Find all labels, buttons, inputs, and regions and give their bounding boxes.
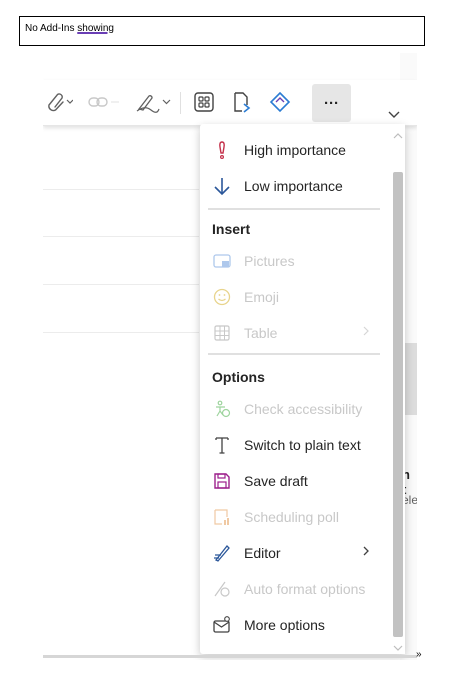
ribbon-toolbar: ··· — [43, 80, 417, 126]
auto-format-icon — [212, 579, 232, 599]
horizontal-scrollbar[interactable] — [43, 655, 417, 658]
poll-icon — [212, 507, 232, 527]
more-indicator: » — [416, 649, 422, 660]
chevron-right-icon — [362, 324, 370, 342]
scroll-thumb[interactable] — [393, 172, 403, 637]
caption-text: No Add-Ins — [25, 23, 78, 34]
section-title-insert: Insert — [212, 221, 251, 237]
menu-item-label: Auto format options — [244, 581, 366, 597]
content-row-divider — [43, 236, 199, 237]
section-title-options: Options — [212, 369, 265, 385]
outlook-screenshot: n t ele — [43, 53, 417, 660]
chevron-down-icon[interactable] — [388, 107, 400, 125]
menu-item-label: Check accessibility — [244, 401, 363, 417]
exclamation-icon — [212, 140, 232, 160]
menu-item-table[interactable]: Table — [200, 315, 388, 351]
attach-icon[interactable] — [43, 91, 73, 113]
toolbar-divider — [180, 92, 181, 114]
menu-item-label: Editor — [244, 545, 281, 561]
scroll-up-icon[interactable] — [393, 128, 403, 139]
menu-item-label: Save draft — [244, 473, 308, 489]
caption-box: No Add-Ins showing — [19, 16, 425, 46]
caption-underlined-text: showing — [77, 23, 114, 34]
more-options-icon: ··· — [324, 94, 339, 112]
menu-divider — [208, 208, 380, 210]
editor-icon — [212, 543, 232, 563]
content-row-divider — [43, 332, 199, 333]
menu-item-label: Emoji — [244, 289, 280, 305]
viva-icon[interactable] — [267, 91, 293, 113]
menu-item-check-accessibility[interactable]: Check accessibility — [200, 391, 388, 427]
more-options-button[interactable]: ··· — [312, 84, 351, 122]
scroll-down-icon[interactable] — [393, 640, 403, 651]
chevron-right-icon — [362, 544, 370, 562]
menu-item-label: Table — [244, 325, 278, 341]
mail-settings-icon — [212, 615, 232, 635]
menu-item-label: Pictures — [244, 253, 295, 269]
picture-icon — [212, 251, 232, 271]
menu-item-pictures[interactable]: Pictures — [200, 243, 388, 279]
menu-item-more-options[interactable]: More options — [200, 607, 388, 643]
menu-item-save-draft[interactable]: Save draft — [200, 463, 388, 499]
menu-item-switch-to-plain-text[interactable]: Switch to plain text — [200, 427, 388, 463]
menu-item-editor[interactable]: Editor — [200, 535, 388, 571]
signature-icon[interactable] — [135, 91, 173, 113]
menu-item-scheduling-poll[interactable]: Scheduling poll — [200, 499, 388, 535]
menu-item-high-importance[interactable]: High importance — [200, 132, 388, 168]
table-icon — [212, 323, 232, 343]
menu-item-label: Switch to plain text — [244, 437, 361, 453]
apps-icon[interactable] — [192, 91, 216, 113]
menu-divider — [208, 353, 380, 355]
arrow-down-icon — [212, 176, 232, 196]
emoji-icon — [212, 287, 232, 307]
menu-item-emoji[interactable]: Emoji — [200, 279, 388, 315]
content-row-divider — [43, 189, 199, 190]
save-icon — [212, 471, 232, 491]
menu-item-low-importance[interactable]: Low importance — [200, 168, 388, 204]
page: No Add-Ins showing n t ele — [0, 0, 474, 682]
text-icon — [212, 435, 232, 455]
menu-item-label: More options — [244, 617, 325, 633]
accessibility-icon — [212, 399, 232, 419]
menu-scrollbar[interactable] — [390, 124, 405, 654]
menu-item-label: Scheduling poll — [244, 509, 339, 525]
menu-item-auto-format-options[interactable]: Auto format options — [200, 571, 388, 607]
menu-item-label: High importance — [244, 142, 346, 158]
loop-icon[interactable] — [229, 91, 253, 113]
link-icon[interactable] — [87, 91, 121, 113]
menu-item-label: Low importance — [244, 178, 343, 194]
overflow-menu: High importance Low importance Insert Pi… — [200, 124, 405, 654]
content-row-divider — [43, 284, 199, 285]
